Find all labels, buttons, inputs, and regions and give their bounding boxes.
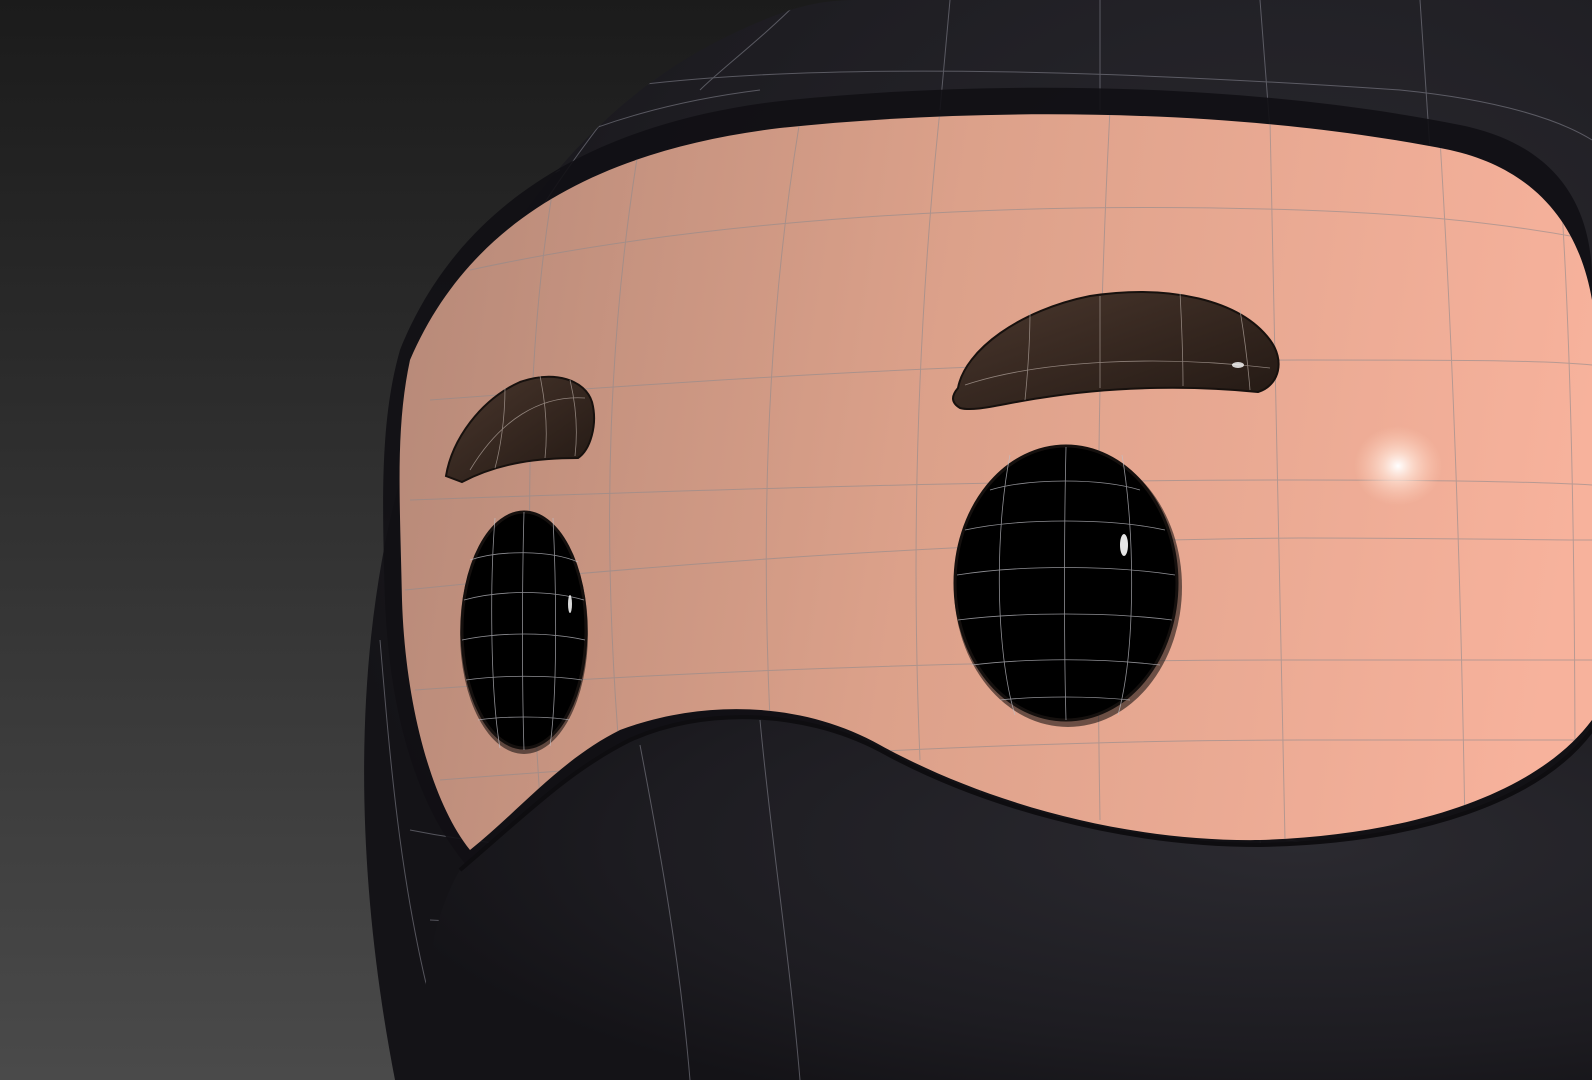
right-eye [953, 444, 1182, 727]
specular-highlight [1354, 426, 1442, 506]
left-eye [460, 510, 588, 754]
3d-viewport[interactable] [0, 0, 1592, 1080]
